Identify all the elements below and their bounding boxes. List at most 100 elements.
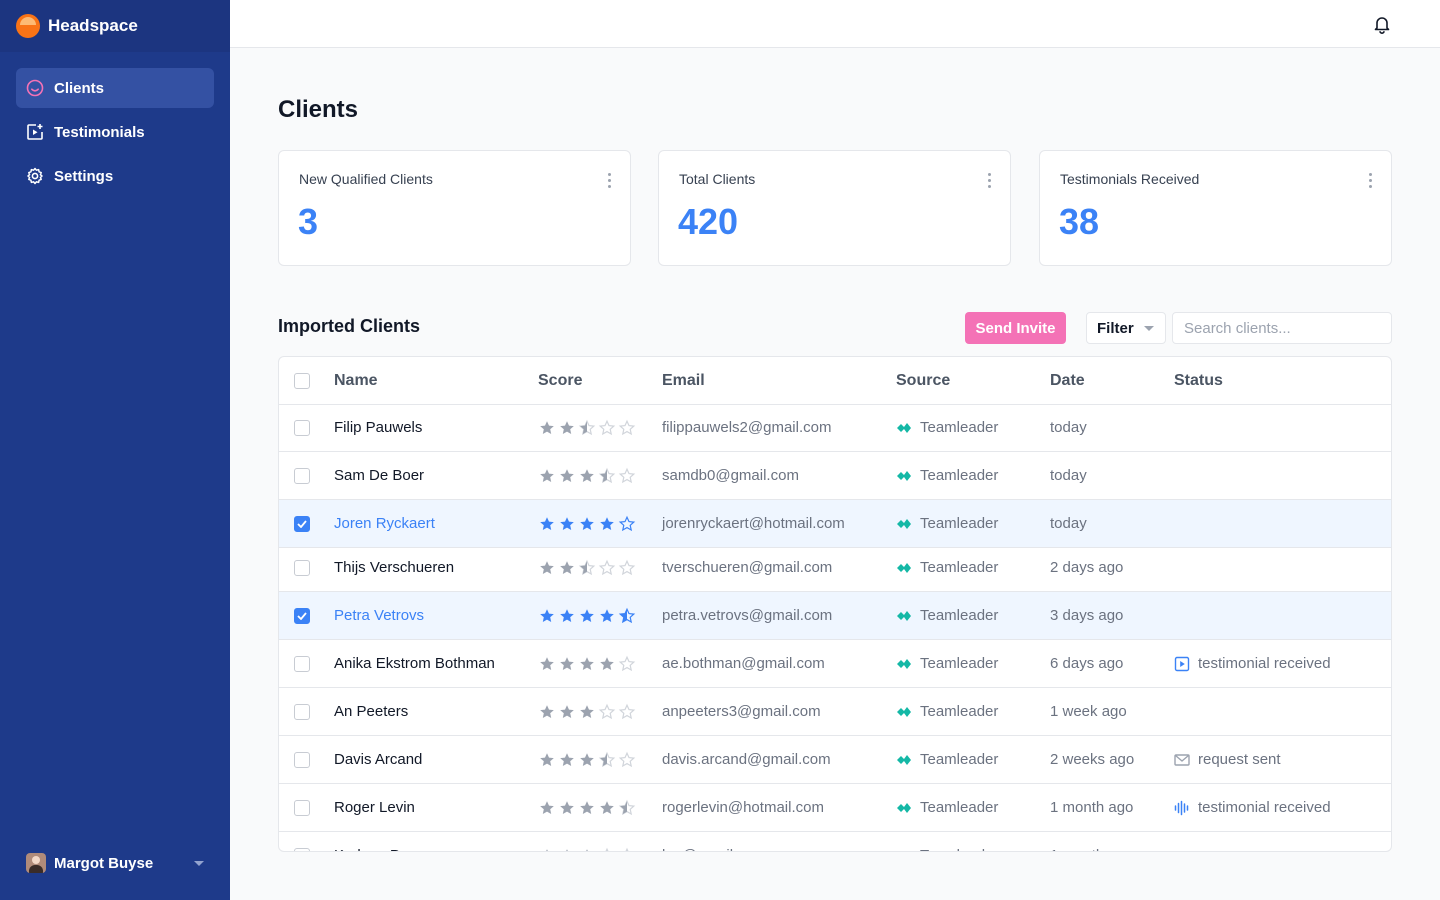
row-checkbox[interactable] [294, 607, 310, 624]
table-row[interactable]: Roger Levin rogerlevin@hotmail.com Teamlea… [279, 784, 1391, 832]
status-label: request sent [1198, 751, 1281, 768]
score-stars [538, 784, 638, 831]
source-label: Teamleader [920, 799, 999, 816]
client-source: Teamleader [896, 640, 998, 687]
client-source: Teamleader [896, 832, 998, 851]
row-checkbox[interactable] [294, 799, 310, 816]
stat-card-total-clients: Total Clients 420 [658, 150, 1011, 266]
bell-icon[interactable] [1372, 14, 1392, 34]
row-checkbox[interactable] [294, 847, 310, 851]
smiley-icon [26, 79, 44, 97]
more-options-icon[interactable] [986, 173, 992, 191]
source-label: Teamleader [920, 515, 999, 532]
client-name[interactable]: Kerkers P... [334, 832, 410, 851]
row-checkbox[interactable] [294, 467, 310, 484]
score-stars [538, 452, 638, 499]
brand[interactable]: Headspace [0, 0, 230, 52]
headspace-logo-icon [16, 14, 40, 38]
search-input[interactable] [1172, 312, 1392, 344]
client-name[interactable]: Filip Pauwels [334, 404, 422, 451]
client-name[interactable]: Thijs Verschueren [334, 544, 454, 591]
table-row[interactable]: Thijs Verschueren tverschueren@gmail.com T… [279, 544, 1391, 592]
sidebar-item-clients[interactable]: Clients [16, 68, 214, 108]
client-source: Teamleader [896, 452, 998, 499]
score-stars [538, 404, 638, 451]
column-header-source[interactable]: Source [896, 357, 950, 404]
mail-icon [1174, 752, 1190, 768]
avatar [26, 853, 46, 873]
table-row[interactable]: Sam De Boer samdb0@gmail.com Teamleader tod… [279, 452, 1391, 500]
page-title: Clients [278, 96, 359, 123]
client-date: 2 days ago [1050, 559, 1124, 576]
row-checkbox[interactable] [294, 751, 310, 768]
score-stars [538, 592, 638, 639]
more-options-icon[interactable] [1367, 173, 1373, 191]
score-stars [538, 832, 638, 851]
filter-dropdown[interactable]: Filter [1086, 312, 1166, 344]
teamleader-icon [896, 517, 912, 531]
client-date: 1 month ago [1050, 799, 1134, 816]
source-label: Teamleader [920, 703, 999, 720]
client-name[interactable]: An Peeters [334, 688, 408, 735]
client-source: Teamleader [896, 784, 998, 831]
client-email: davis.arcand@gmail.com [662, 751, 831, 768]
stat-value: 420 [678, 201, 739, 242]
client-name[interactable]: Anika Ekstrom Bothman [334, 640, 495, 687]
source-label: Teamleader [920, 655, 999, 672]
more-options-icon[interactable] [606, 173, 612, 191]
client-email: ae.bothman@gmail.com [662, 655, 825, 672]
row-checkbox[interactable] [294, 515, 310, 532]
client-name[interactable]: Davis Arcand [334, 736, 422, 783]
client-status: testimonial received [1174, 784, 1331, 831]
score-stars [538, 544, 638, 591]
status-label: testimonial received [1198, 799, 1331, 816]
score-stars [538, 500, 638, 547]
table-row[interactable]: Kerkers P... k...@gmail.com Teamleader 1 mo… [279, 832, 1391, 851]
client-name[interactable]: Petra Vetrovs [334, 592, 424, 639]
sidebar-item-testimonials[interactable]: Testimonials [16, 112, 214, 152]
table-row[interactable]: Anika Ekstrom Bothman ae.bothman@gmail.co… [279, 640, 1391, 688]
table-row[interactable]: Petra Vetrovs petra.vetrovs@gmail.com Team… [279, 592, 1391, 640]
top-bar [230, 0, 1440, 48]
client-name[interactable]: Joren Ryckaert [334, 500, 435, 547]
sidebar-nav: Clients Testimonials Settings [0, 52, 230, 216]
stat-label: Total Clients [679, 171, 756, 187]
brand-name: Headspace [48, 16, 138, 35]
teamleader-icon [896, 849, 912, 851]
send-invite-button[interactable]: Send Invite [965, 312, 1066, 344]
sidebar-item-settings[interactable]: Settings [16, 156, 214, 196]
stat-value: 38 [1059, 201, 1100, 242]
row-checkbox[interactable] [294, 655, 310, 672]
client-status: request sent [1174, 736, 1281, 783]
client-source: Teamleader [896, 592, 998, 639]
client-date: today [1050, 515, 1087, 532]
table-row[interactable]: Filip Pauwels filippauwels2@gmail.com Team… [279, 404, 1391, 452]
select-all-checkbox[interactable] [294, 372, 310, 389]
status-label: testimonial received [1198, 655, 1331, 672]
column-header-date[interactable]: Date [1050, 357, 1085, 404]
row-checkbox[interactable] [294, 703, 310, 720]
client-source: Teamleader [896, 688, 998, 735]
client-source: Teamleader [896, 500, 998, 547]
column-header-name[interactable]: Name [334, 357, 378, 404]
client-email: jorenryckaert@hotmail.com [662, 515, 845, 532]
client-date: today [1050, 467, 1087, 484]
row-checkbox[interactable] [294, 559, 310, 576]
teamleader-icon [896, 801, 912, 815]
column-header-score[interactable]: Score [538, 357, 582, 404]
row-checkbox[interactable] [294, 419, 310, 436]
table-row[interactable]: Davis Arcand davis.arcand@gmail.com Teamle… [279, 736, 1391, 784]
column-header-email[interactable]: Email [662, 357, 705, 404]
client-email: k...@gmail.com [662, 832, 766, 851]
audio-icon [1174, 800, 1190, 816]
table-row[interactable]: An Peeters anpeeters3@gmail.com Teamleader… [279, 688, 1391, 736]
client-name[interactable]: Roger Levin [334, 784, 415, 831]
column-header-status[interactable]: Status [1174, 357, 1223, 404]
client-source: Teamleader [896, 404, 998, 451]
user-menu[interactable]: Margot Buyse [26, 850, 204, 876]
table-row[interactable]: Joren Ryckaert jorenryckaert@hotmail.com T… [279, 500, 1391, 548]
client-name[interactable]: Sam De Boer [334, 452, 424, 499]
filter-label: Filter [1097, 319, 1134, 337]
testimonial-icon [26, 123, 44, 141]
source-label: Teamleader [920, 467, 999, 484]
